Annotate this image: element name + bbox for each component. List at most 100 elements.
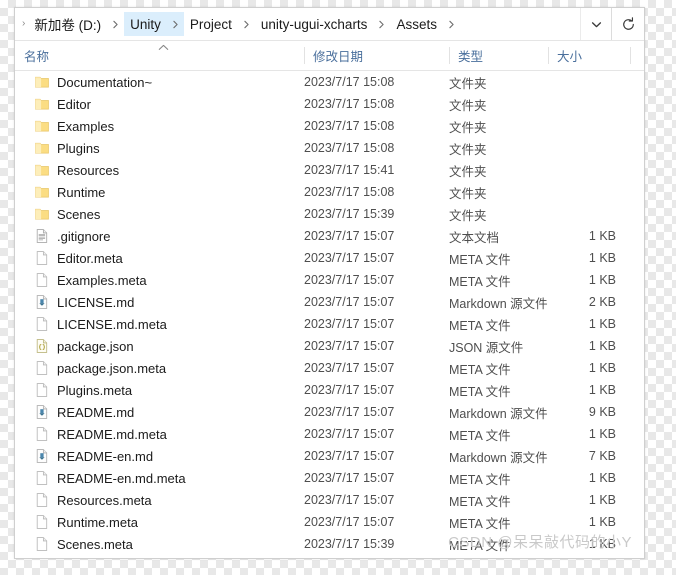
sort-ascending-icon: [158, 44, 169, 54]
file-row[interactable]: package.json.meta 2023/7/17 15:07 META 文件 1…: [15, 357, 644, 379]
file-row[interactable]: Examples.meta 2023/7/17 15:07 META 文件 1 KB: [15, 269, 644, 291]
file-name-cell[interactable]: Resources.meta: [34, 492, 152, 508]
file-type-cell: 文件夹: [449, 164, 487, 179]
file-date-cell: 2023/7/17 15:07: [304, 405, 395, 419]
file-row[interactable]: .gitignore 2023/7/17 15:07 文本文档 1 KB: [15, 225, 644, 247]
file-name-cell[interactable]: LICENSE.md: [34, 294, 134, 310]
file-row[interactable]: Runtime 2023/7/17 15:08 文件夹: [15, 181, 644, 203]
file-type-cell: 文件夹: [449, 142, 487, 157]
file-name-cell[interactable]: Editor: [34, 96, 91, 112]
file-row[interactable]: Resources.meta 2023/7/17 15:07 META 文件 1 KB: [15, 489, 644, 511]
breadcrumb-item[interactable]: Assets: [390, 12, 443, 36]
file-name-cell[interactable]: Plugins: [34, 140, 100, 156]
file-name-cell[interactable]: README.md: [34, 404, 134, 420]
address-history-dropdown-button[interactable]: [580, 8, 611, 40]
file-row[interactable]: Plugins 2023/7/17 15:08 文件夹: [15, 137, 644, 159]
file-name-cell[interactable]: .gitignore: [34, 228, 110, 244]
file-type-cell: 文本文档: [449, 230, 500, 245]
file-name-cell[interactable]: Examples: [34, 118, 114, 134]
file-row[interactable]: LICENSE.md 2023/7/17 15:07 Markdown 源文件 2 K…: [15, 291, 644, 313]
folder-icon: [34, 184, 50, 200]
file-date-cell: 2023/7/17 15:07: [304, 295, 395, 309]
chevron-down-icon: [590, 18, 603, 31]
file-row[interactable]: Resources 2023/7/17 15:41 文件夹: [15, 159, 644, 181]
file-list[interactable]: Documentation~ 2023/7/17 15:08 文件夹 Editor 20…: [15, 71, 644, 555]
file-name-label: Examples.meta: [57, 272, 147, 288]
breadcrumb[interactable]: › 新加卷 (D:) Unity Project unity-ugui-xcharts…: [15, 8, 580, 40]
breadcrumb-item[interactable]: Project: [184, 12, 238, 36]
folder-icon: [34, 140, 50, 156]
file-name-cell[interactable]: Editor.meta: [34, 250, 123, 266]
breadcrumb-item[interactable]: 新加卷 (D:): [28, 12, 107, 36]
file-name-label: Examples: [57, 118, 115, 134]
file-date-cell: 2023/7/17 15:07: [304, 449, 395, 463]
file-row[interactable]: Documentation~ 2023/7/17 15:08 文件夹: [15, 71, 644, 93]
file-name-label: Editor.meta: [57, 250, 123, 266]
address-bar: › 新加卷 (D:) Unity Project unity-ugui-xcharts…: [15, 8, 644, 41]
breadcrumb-chevron-icon[interactable]: [443, 12, 460, 36]
file-name-cell[interactable]: Scenes: [34, 206, 100, 222]
file-row[interactable]: README.md.meta 2023/7/17 15:07 META 文件 1 KB: [15, 423, 644, 445]
breadcrumb-chevron-icon[interactable]: [107, 12, 124, 36]
file-size-cell: 7 KB: [588, 449, 616, 463]
breadcrumb-chevron-icon[interactable]: [238, 12, 255, 36]
refresh-button[interactable]: [611, 8, 644, 40]
file-row[interactable]: README.md 2023/7/17 15:07 Markdown 源文件 9 KB: [15, 401, 644, 423]
file-name-cell[interactable]: Runtime.meta: [34, 514, 138, 530]
text-document-icon: [34, 228, 50, 244]
file-type-cell: META 文件: [449, 252, 511, 267]
column-header-extra[interactable]: [630, 41, 644, 70]
file-name-cell[interactable]: Runtime: [34, 184, 105, 200]
file-row[interactable]: package.json 2023/7/17 15:07 JSON 源文件 1 KB: [15, 335, 644, 357]
file-date-cell: 2023/7/17 15:07: [304, 493, 395, 507]
blank-file-icon: [34, 470, 50, 486]
file-type-cell: META 文件: [449, 318, 511, 333]
file-row[interactable]: LICENSE.md.meta 2023/7/17 15:07 META 文件 1 K…: [15, 313, 644, 335]
json-file-icon: [34, 338, 50, 354]
column-divider: [630, 47, 631, 64]
column-header-name-label: 名称: [24, 50, 50, 64]
column-header-date-modified[interactable]: 修改日期: [304, 41, 449, 70]
file-type-cell: META 文件: [449, 428, 511, 443]
blank-file-icon: [34, 382, 50, 398]
column-header-size[interactable]: 大小: [548, 41, 630, 70]
breadcrumb-item[interactable]: Unity: [124, 12, 167, 36]
file-row[interactable]: Scenes 2023/7/17 15:39 文件夹: [15, 203, 644, 225]
column-header-type[interactable]: 类型: [449, 41, 548, 70]
breadcrumb-item[interactable]: unity-ugui-xcharts: [255, 12, 374, 36]
breadcrumb-overflow-icon[interactable]: ›: [19, 19, 28, 29]
column-divider: [548, 47, 549, 64]
file-name-cell[interactable]: README-en.md: [34, 448, 153, 464]
file-name-label: README-en.md.meta: [57, 470, 186, 486]
file-type-cell: 文件夹: [449, 208, 487, 223]
file-name-cell[interactable]: README-en.md.meta: [34, 470, 186, 486]
file-name-cell[interactable]: Resources: [34, 162, 119, 178]
file-row[interactable]: README-en.md 2023/7/17 15:07 Markdown 源文件 7…: [15, 445, 644, 467]
file-type-cell: Markdown 源文件: [449, 450, 548, 465]
file-row[interactable]: README-en.md.meta 2023/7/17 15:07 META 文件 1…: [15, 467, 644, 489]
file-name-cell[interactable]: package.json.meta: [34, 360, 166, 376]
file-row[interactable]: Plugins.meta 2023/7/17 15:07 META 文件 1 KB: [15, 379, 644, 401]
file-name-cell[interactable]: package.json: [34, 338, 134, 354]
file-type-cell: META 文件: [449, 516, 511, 531]
file-type-cell: META 文件: [449, 362, 511, 377]
blank-file-icon: [34, 536, 50, 552]
blank-file-icon: [34, 272, 50, 288]
file-name-cell[interactable]: LICENSE.md.meta: [34, 316, 167, 332]
file-date-cell: 2023/7/17 15:39: [304, 207, 395, 221]
file-date-cell: 2023/7/17 15:07: [304, 339, 395, 353]
breadcrumb-chevron-icon[interactable]: [373, 12, 390, 36]
file-name-cell[interactable]: Plugins.meta: [34, 382, 132, 398]
blank-file-icon: [34, 426, 50, 442]
file-name-cell[interactable]: Scenes.meta: [34, 536, 133, 552]
file-name-cell[interactable]: Examples.meta: [34, 272, 147, 288]
file-row[interactable]: Editor.meta 2023/7/17 15:07 META 文件 1 KB: [15, 247, 644, 269]
file-name-cell[interactable]: Documentation~: [34, 74, 152, 90]
file-name-label: package.json.meta: [57, 360, 167, 376]
file-row[interactable]: Editor 2023/7/17 15:08 文件夹: [15, 93, 644, 115]
file-row[interactable]: Runtime.meta 2023/7/17 15:07 META 文件 1 KB: [15, 511, 644, 533]
file-size-cell: 1 KB: [588, 273, 616, 287]
file-row[interactable]: Examples 2023/7/17 15:08 文件夹: [15, 115, 644, 137]
file-name-cell[interactable]: README.md.meta: [34, 426, 167, 442]
breadcrumb-chevron-icon[interactable]: [166, 12, 184, 36]
